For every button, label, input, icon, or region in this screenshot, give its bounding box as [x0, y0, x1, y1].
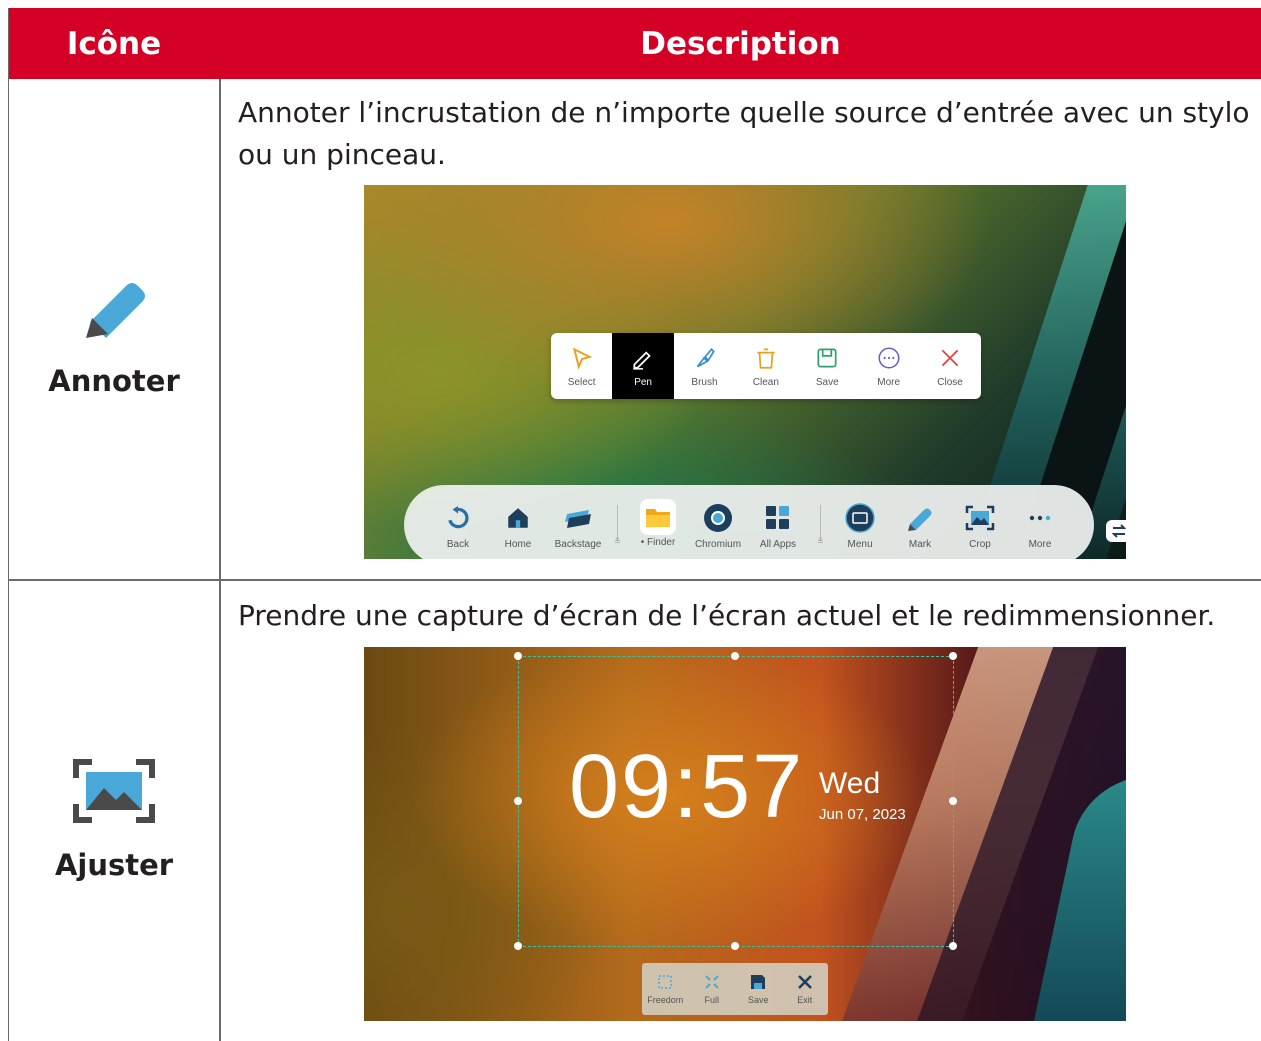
dock-all-apps[interactable]: All Apps [746, 503, 810, 550]
chevron-down-icon: ≚ [817, 537, 824, 546]
menu-icon [845, 503, 875, 533]
dock-separator [820, 505, 821, 541]
chromium-icon [703, 503, 733, 533]
dock-mark[interactable]: Mark [888, 503, 952, 550]
folder-icon [640, 499, 676, 535]
crop-label: Full [704, 995, 719, 1005]
tool-label: More [877, 376, 901, 388]
crop-handle[interactable] [949, 652, 957, 660]
row-label: Annoter [48, 364, 180, 398]
crop-image-icon [73, 759, 155, 823]
full-button[interactable]: Full [689, 973, 735, 1005]
dock-separator [617, 505, 618, 541]
column-divider [219, 79, 221, 1041]
annotation-screenshot: Select Pen Brush Clean Save More Close B… [364, 185, 1126, 559]
description-line: Prendre une capture d’écran de l’écran a… [238, 599, 1216, 632]
select-tool[interactable]: Select [551, 333, 612, 399]
dock-label: Back [446, 539, 470, 550]
crop-handle[interactable] [731, 652, 739, 660]
bottom-dock: Back Home Backstage ≚ • Finder Chromium [404, 485, 1094, 559]
close-icon [797, 975, 812, 989]
chevron-down-icon: ≚ [614, 537, 621, 546]
fullscreen-icon [705, 975, 719, 989]
crop-label: Save [747, 995, 769, 1005]
pen-icon [86, 283, 145, 338]
crop-handle[interactable] [514, 797, 522, 805]
exit-button[interactable]: Exit [782, 973, 828, 1005]
switch-icon[interactable] [1106, 520, 1126, 542]
tool-label: Brush [691, 376, 718, 388]
crop-handle[interactable] [949, 942, 957, 950]
dock-back[interactable]: Back [426, 503, 490, 550]
row-ajuster-icon-cell: Ajuster [9, 758, 219, 882]
freeform-select-icon [658, 975, 672, 989]
dock-label: More [1028, 539, 1052, 550]
dock-more[interactable]: More [1008, 503, 1072, 550]
brush-tool[interactable]: Brush [674, 333, 735, 399]
table-header: Icône Description [9, 8, 1261, 79]
dock-finder[interactable]: • Finder [626, 499, 690, 548]
dock-backstage[interactable]: Backstage [546, 503, 610, 550]
row-annoter-icon-cell: Annoter [9, 280, 219, 398]
crop-selection[interactable] [518, 656, 954, 947]
header-description: Description [640, 25, 841, 62]
crop-handle[interactable] [514, 942, 522, 950]
header-icon: Icône [66, 25, 162, 62]
pen-tool[interactable]: Pen [612, 333, 674, 399]
home-icon [503, 503, 533, 533]
row-divider [9, 579, 1261, 581]
dock-chromium[interactable]: Chromium [686, 503, 750, 550]
icon-description-table: Icône Description Annoter Annoter l’incr… [8, 8, 1261, 1041]
dock-crop[interactable]: Crop [948, 503, 1012, 550]
dock-label: Chromium [694, 539, 742, 550]
more-dots-icon [1025, 503, 1055, 533]
save-icon [817, 347, 837, 368]
freedom-button[interactable]: Freedom [642, 973, 688, 1005]
crop-screenshot: 09:57 Wed Jun 07, 2023 Freedom Full Save [364, 647, 1126, 1021]
pen-icon [905, 503, 935, 533]
save-icon [751, 975, 766, 989]
crop-handle[interactable] [514, 652, 522, 660]
tool-label: Save [815, 376, 839, 388]
dock-label: Backstage [554, 539, 602, 550]
dock-menu[interactable]: Menu [828, 503, 892, 550]
crop-label: Freedom [647, 995, 684, 1005]
dock-label: • Finder [640, 537, 676, 548]
tool-label: Clean [752, 376, 779, 388]
crop-handle[interactable] [731, 942, 739, 950]
dock-label: Mark [908, 539, 932, 550]
more-tool[interactable]: More [858, 333, 919, 399]
backstage-icon [563, 503, 593, 533]
annotation-toolbar: Select Pen Brush Clean Save More Close [551, 333, 981, 399]
save-tool[interactable]: Save [797, 333, 858, 399]
clean-tool[interactable]: Clean [735, 333, 796, 399]
more-icon [878, 346, 900, 369]
tool-label: Pen [634, 376, 652, 388]
back-icon [443, 503, 473, 533]
dock-label: All Apps [759, 539, 797, 550]
dock-label: Home [504, 539, 532, 550]
dock-home[interactable]: Home [486, 503, 550, 550]
description-line: Annoter l’incrustation de n’importe quel… [238, 96, 1250, 129]
pen-icon [633, 350, 651, 370]
dock-label: Menu [847, 539, 873, 550]
brush-icon [697, 347, 716, 367]
save-button[interactable]: Save [735, 973, 781, 1005]
close-icon [941, 349, 959, 366]
trash-icon [757, 347, 775, 369]
description-line: ou un pinceau. [238, 138, 446, 171]
crop-toolbar: Freedom Full Save Exit [642, 963, 828, 1015]
grid-icon [763, 503, 793, 533]
crop-handle[interactable] [949, 797, 957, 805]
row-label: Ajuster [54, 848, 174, 882]
tool-label: Close [937, 376, 963, 388]
row-ajuster-description: Prendre une capture d’écran de l’écran a… [238, 595, 1258, 637]
close-tool[interactable]: Close [919, 333, 980, 399]
row-annoter-description: Annoter l’incrustation de n’importe quel… [238, 92, 1258, 176]
cursor-icon [572, 347, 592, 370]
tool-label: Select [567, 376, 596, 388]
dock-label: Crop [969, 539, 991, 550]
crop-label: Exit [797, 995, 813, 1005]
crop-image-icon [965, 503, 995, 533]
